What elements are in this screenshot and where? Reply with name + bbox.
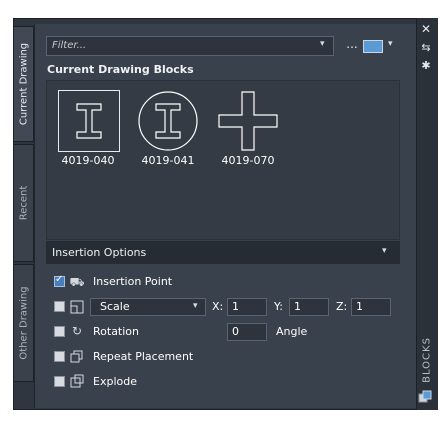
tab-recent-label: Recent <box>18 185 29 221</box>
i-beam-icon <box>76 103 102 139</box>
i-beam-circle-icon <box>138 91 198 151</box>
tab-current-drawing[interactable]: Current Drawing <box>13 26 34 142</box>
tab-other-drawing-label: Other Drawing <box>18 286 29 360</box>
block-label: 4019-070 <box>221 154 275 167</box>
filter-placeholder: Filter... <box>52 40 87 51</box>
rotation-checkbox[interactable] <box>54 326 65 337</box>
scale-icon <box>69 300 85 314</box>
repeat-placement-checkbox[interactable] <box>54 351 65 362</box>
view-chevron-down-icon[interactable]: ▾ <box>388 39 393 49</box>
block-thumbnail[interactable] <box>137 90 199 152</box>
scale-y-input[interactable]: 1 <box>289 298 329 316</box>
section-title: Current Drawing Blocks <box>47 63 194 76</box>
filter-input[interactable] <box>46 36 334 56</box>
rotation-angle-input[interactable]: 0 <box>227 323 267 341</box>
insertion-point-label: Insertion Point <box>93 275 173 288</box>
tab-recent[interactable]: Recent <box>13 144 34 262</box>
more-options-button[interactable]: ... <box>344 36 360 56</box>
block-thumbnail[interactable] <box>58 90 120 152</box>
filter-chevron-down-icon[interactable]: ▾ <box>320 39 325 49</box>
scale-mode-value: Scale <box>100 300 130 313</box>
scale-x-input[interactable]: 1 <box>227 298 267 316</box>
insertion-options-chevron-down-icon[interactable]: ▾ <box>382 246 387 256</box>
thumbnail-view-icon[interactable] <box>363 40 383 53</box>
tab-other-drawing[interactable]: Other Drawing <box>13 264 34 382</box>
block-label: 4019-040 <box>61 154 115 167</box>
scale-x-label: X: <box>212 300 224 313</box>
insertion-point-checkbox[interactable] <box>54 274 65 287</box>
scale-z-label: Z: <box>336 300 348 313</box>
block-thumbnail[interactable] <box>217 90 279 152</box>
rotation-icon: ↻ <box>71 324 83 338</box>
scale-z-input[interactable]: 1 <box>351 298 391 316</box>
close-icon[interactable]: ✕ <box>418 22 434 36</box>
block-label: 4019-041 <box>141 154 195 167</box>
blocks-palette-icon <box>418 390 432 404</box>
tab-current-drawing-label: Current Drawing <box>18 42 29 126</box>
auto-hide-icon[interactable]: ⇆ <box>418 41 434 54</box>
repeat-placement-icon <box>69 349 85 363</box>
settings-icon[interactable]: ✱ <box>418 59 434 72</box>
explode-label: Explode <box>93 375 137 388</box>
insertion-options-title: Insertion Options <box>52 246 147 259</box>
insertion-point-icon: ⛟ <box>69 275 85 289</box>
cross-icon <box>218 91 278 151</box>
scale-mode-chevron-down-icon[interactable]: ▾ <box>193 301 198 311</box>
scale-checkbox[interactable] <box>54 301 65 312</box>
explode-icon <box>69 374 85 388</box>
explode-checkbox[interactable] <box>54 376 65 387</box>
repeat-placement-label: Repeat Placement <box>93 350 194 363</box>
palette-title: BLOCKS <box>421 337 433 383</box>
scale-y-label: Y: <box>274 300 283 313</box>
rotation-angle-label: Angle <box>276 325 308 338</box>
rotation-label: Rotation <box>93 325 140 338</box>
